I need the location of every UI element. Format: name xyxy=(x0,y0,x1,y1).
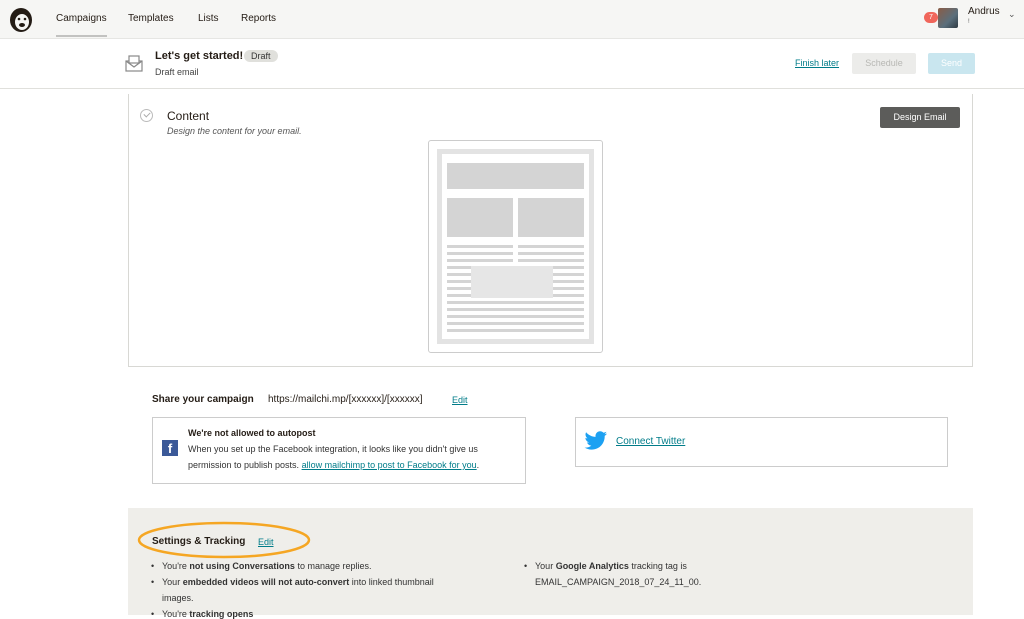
email-layout-icon xyxy=(437,149,594,344)
settings-item-text: to manage replies. xyxy=(294,561,372,571)
nav-reports[interactable]: Reports xyxy=(241,13,276,24)
settings-item-emphasis: not using Conversations xyxy=(189,561,295,571)
user-subtitle: ! xyxy=(968,19,970,25)
status-badge: Draft xyxy=(244,50,278,62)
google-analytics-tag: EMAIL_CAMPAIGN_2018_07_24_11_00. xyxy=(535,577,702,587)
check-circle-icon xyxy=(140,109,153,122)
twitter-icon xyxy=(584,431,607,450)
page-subtitle: Draft email xyxy=(155,67,199,77)
top-nav: Campaigns Templates Lists Reports 7 Andr… xyxy=(0,0,1024,39)
settings-item-emphasis: Google Analytics xyxy=(555,561,629,571)
settings-item: You're not using Conversations to manage… xyxy=(151,561,372,571)
finish-later-link[interactable]: Finish later xyxy=(795,58,839,68)
campaign-url: https://mailchi.mp/[xxxxxx]/[xxxxxx] xyxy=(268,394,423,405)
envelope-icon xyxy=(125,55,143,72)
design-email-button[interactable]: Design Email xyxy=(880,107,960,128)
settings-item: Your Google Analytics tracking tag is xyxy=(524,561,687,571)
facebook-icon: f xyxy=(162,440,178,456)
nav-lists[interactable]: Lists xyxy=(198,13,219,24)
settings-edit-link[interactable]: Edit xyxy=(258,537,274,547)
campaign-header: Let's get started! Draft Draft email Fin… xyxy=(0,39,1024,89)
facebook-message-suffix: . xyxy=(476,460,480,470)
send-button[interactable]: Send xyxy=(928,53,975,74)
notification-badge[interactable]: 7 xyxy=(924,12,938,23)
facebook-message-prefix: permission to publish posts. xyxy=(188,460,300,470)
mailchimp-logo-icon[interactable] xyxy=(8,4,34,34)
chevron-down-icon[interactable]: ⌄ xyxy=(1008,9,1016,20)
facebook-message-line1: When you set up the Facebook integration… xyxy=(188,444,478,454)
settings-item-emphasis: tracking opens xyxy=(189,609,254,619)
settings-item-text: into linked thumbnail xyxy=(349,577,434,587)
facebook-message-line2: permission to publish posts. allow mailc… xyxy=(188,460,479,470)
settings-item-text: You're xyxy=(162,609,190,619)
page-title: Let's get started! xyxy=(155,50,244,62)
content-subtitle: Design the content for your email. xyxy=(167,126,302,136)
schedule-button[interactable]: Schedule xyxy=(852,53,916,74)
settings-item-text: tracking tag is xyxy=(628,561,687,571)
settings-item: You're tracking opens xyxy=(151,609,254,619)
settings-item-text: Your xyxy=(535,561,556,571)
avatar[interactable] xyxy=(938,8,958,28)
connect-twitter-link[interactable]: Connect Twitter xyxy=(616,436,685,447)
settings-item-text: Your xyxy=(162,577,183,587)
settings-item-continuation: images. xyxy=(162,593,194,603)
email-preview-thumbnail[interactable] xyxy=(428,140,603,353)
content-title: Content xyxy=(167,109,210,123)
settings-item: Your embedded videos will not auto-conve… xyxy=(151,577,434,587)
facebook-title: We're not allowed to autopost xyxy=(188,428,316,438)
nav-campaigns[interactable]: Campaigns xyxy=(56,13,107,37)
settings-item-text: You're xyxy=(162,561,190,571)
share-campaign-label: Share your campaign xyxy=(152,394,254,405)
share-edit-link[interactable]: Edit xyxy=(452,395,468,405)
nav-templates[interactable]: Templates xyxy=(128,13,174,24)
settings-item-emphasis: embedded videos will not auto-convert xyxy=(182,577,350,587)
settings-title: Settings & Tracking xyxy=(152,536,246,547)
user-name[interactable]: Andrus xyxy=(968,6,1000,17)
allow-facebook-link[interactable]: allow mailchimp to post to Facebook for … xyxy=(302,460,477,470)
